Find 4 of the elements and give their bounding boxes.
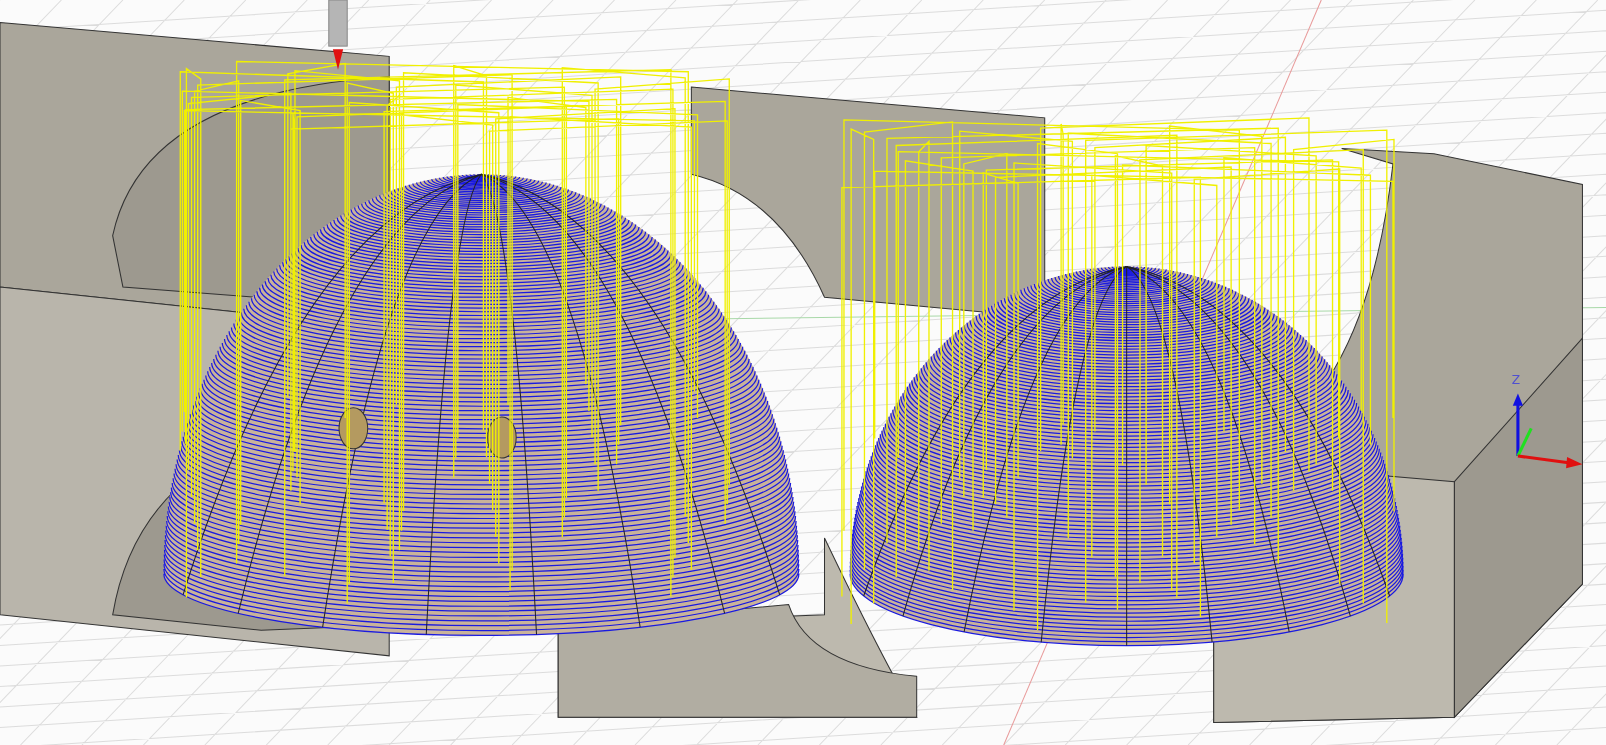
axis-triad-icon [1512,393,1583,469]
axis-label: Z [1511,373,1521,388]
cam-viewport[interactable]: Z [0,0,1606,745]
cutting-tool-drawing [328,0,348,70]
